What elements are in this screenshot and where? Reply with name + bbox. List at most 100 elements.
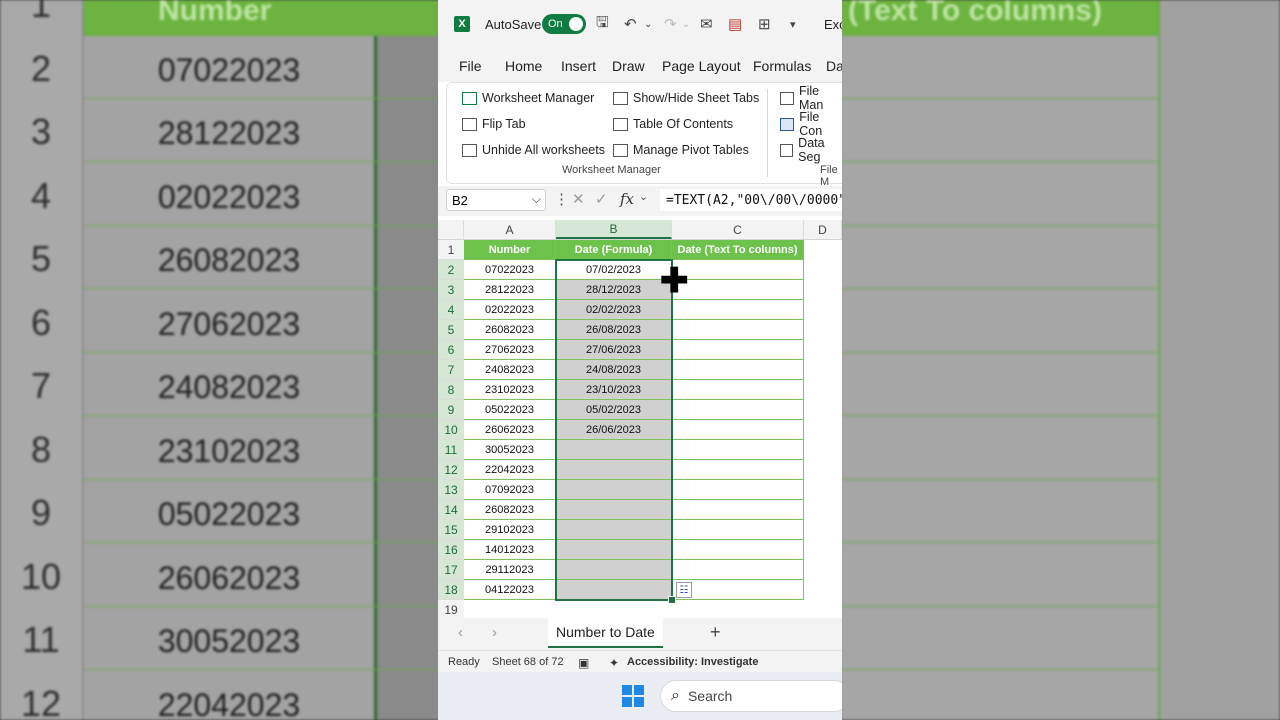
cell-date-text-to-columns[interactable]: [672, 280, 804, 300]
cell-number[interactable]: 29112023: [464, 560, 556, 580]
cell-number[interactable]: 22042023: [464, 460, 556, 480]
cell-date-text-to-columns[interactable]: [672, 460, 804, 480]
cell-date-text-to-columns[interactable]: [672, 560, 804, 580]
column-header-a[interactable]: A: [464, 220, 556, 239]
cell-date-text-to-columns[interactable]: [672, 520, 804, 540]
cell-date-text-to-columns[interactable]: [672, 300, 804, 320]
cell-date-formula[interactable]: 26/08/2023: [556, 320, 672, 340]
table-of-contents-button[interactable]: Table Of Contents: [613, 114, 733, 134]
cell-number[interactable]: 07022023: [464, 260, 556, 280]
next-sheet-icon[interactable]: ›: [492, 624, 497, 641]
tab-home[interactable]: Home: [505, 58, 542, 74]
cell-number[interactable]: 02022023: [464, 300, 556, 320]
cell-number[interactable]: 14012023: [464, 540, 556, 560]
email-icon[interactable]: ✉: [700, 12, 713, 36]
column-header-b[interactable]: B: [556, 220, 672, 239]
row-header[interactable]: 5: [438, 320, 464, 340]
cell-date-formula[interactable]: 26/06/2023: [556, 420, 672, 440]
cell-date-formula[interactable]: [556, 580, 672, 600]
tab-draw[interactable]: Draw: [612, 58, 645, 74]
sheet-tab-number-to-date[interactable]: Number to Date: [548, 618, 663, 648]
taskbar-search[interactable]: ⌕ Search: [660, 680, 842, 712]
cell-date-formula[interactable]: [556, 480, 672, 500]
more-options-icon[interactable]: ⋮: [554, 190, 569, 208]
cell-number[interactable]: 23102023: [464, 380, 556, 400]
row-header[interactable]: 17: [438, 560, 464, 580]
file-converter-button[interactable]: File Con: [780, 110, 842, 138]
column-header-d[interactable]: D: [804, 220, 842, 239]
row-header[interactable]: 9: [438, 400, 464, 420]
column-header-c[interactable]: C: [672, 220, 804, 239]
quick-analysis-icon[interactable]: ☷: [676, 582, 692, 598]
row-header[interactable]: 6: [438, 340, 464, 360]
macro-recording-icon[interactable]: ▣: [578, 656, 589, 670]
cell-date-text-to-columns[interactable]: [672, 320, 804, 340]
cell-date-formula[interactable]: 23/10/2023: [556, 380, 672, 400]
cell-date-text-to-columns[interactable]: [672, 260, 804, 280]
cell-number[interactable]: 05022023: [464, 400, 556, 420]
row-header[interactable]: 12: [438, 460, 464, 480]
cell-date-formula[interactable]: [556, 500, 672, 520]
row-header[interactable]: 3: [438, 280, 464, 300]
row-header[interactable]: 19: [438, 600, 464, 620]
row-header[interactable]: 18: [438, 580, 464, 600]
show-hide-sheet-tabs-button[interactable]: Show/Hide Sheet Tabs: [613, 88, 759, 108]
tab-page-layout[interactable]: Page Layout: [662, 58, 741, 74]
row-header[interactable]: 13: [438, 480, 464, 500]
accessibility-icon[interactable]: ✦: [609, 656, 619, 670]
redo-icon[interactable]: ↷: [664, 12, 677, 36]
cell-number[interactable]: 28122023: [464, 280, 556, 300]
cell-number[interactable]: 27062023: [464, 340, 556, 360]
undo-icon[interactable]: ↶: [624, 12, 637, 36]
formula-dropdown-icon[interactable]: ⌄: [639, 190, 648, 203]
row-header[interactable]: 10: [438, 420, 464, 440]
flip-tab-button[interactable]: Flip Tab: [462, 114, 526, 134]
select-all-corner[interactable]: [438, 220, 464, 239]
row-header[interactable]: 11: [438, 440, 464, 460]
cell-number[interactable]: 26082023: [464, 500, 556, 520]
cell-number[interactable]: 04122023: [464, 580, 556, 600]
formula-input[interactable]: =TEXT(A2,"00\/00\/0000"): [660, 189, 842, 211]
active-cell[interactable]: 07/02/2023: [556, 260, 672, 280]
cell-date-formula[interactable]: 05/02/2023: [556, 400, 672, 420]
cell-number[interactable]: 29102023: [464, 520, 556, 540]
cell-number[interactable]: 07092023: [464, 480, 556, 500]
tab-insert[interactable]: Insert: [561, 58, 596, 74]
cell-date-text-to-columns[interactable]: [672, 480, 804, 500]
cell-date-formula[interactable]: [556, 440, 672, 460]
cancel-icon[interactable]: ✕: [572, 190, 585, 208]
chevron-down-icon[interactable]: ⌵: [532, 192, 541, 207]
previous-sheet-icon[interactable]: ‹: [458, 624, 463, 641]
add-sheet-button[interactable]: +: [710, 622, 721, 643]
file-manager-button[interactable]: File Man: [780, 84, 842, 112]
undo-dropdown-icon[interactable]: ⌄: [644, 12, 652, 36]
enter-icon[interactable]: ✓: [595, 190, 608, 208]
cell-number[interactable]: 26082023: [464, 320, 556, 340]
pdf-icon[interactable]: ▤: [728, 12, 742, 36]
tab-file[interactable]: File: [459, 58, 482, 74]
name-box[interactable]: B2 ⌵: [446, 189, 546, 211]
redo-dropdown-icon[interactable]: ⌄: [682, 12, 690, 36]
cell-date-formula[interactable]: [556, 460, 672, 480]
cell-number[interactable]: 30052023: [464, 440, 556, 460]
accessibility-status[interactable]: Accessibility: Investigate: [627, 656, 758, 668]
cell-date-formula[interactable]: [556, 560, 672, 580]
header-cell-date-formula[interactable]: Date (Formula): [556, 240, 672, 260]
customize-toolbar-icon[interactable]: ▾: [790, 12, 796, 36]
row-header[interactable]: 1: [438, 240, 464, 260]
row-header[interactable]: 4: [438, 300, 464, 320]
data-segregator-button[interactable]: Data Seg: [780, 136, 842, 164]
row-header[interactable]: 14: [438, 500, 464, 520]
autosave-toggle[interactable]: On: [542, 12, 586, 36]
cell-date-formula[interactable]: 02/02/2023: [556, 300, 672, 320]
cell-date-text-to-columns[interactable]: [672, 420, 804, 440]
row-header[interactable]: 16: [438, 540, 464, 560]
windows-start-icon[interactable]: [622, 685, 644, 707]
cell-date-formula[interactable]: [556, 520, 672, 540]
fill-handle[interactable]: [668, 596, 676, 604]
row-header[interactable]: 8: [438, 380, 464, 400]
cell-date-text-to-columns[interactable]: [672, 400, 804, 420]
cell-date-formula[interactable]: 24/08/2023: [556, 360, 672, 380]
unhide-all-worksheets-button[interactable]: Unhide All worksheets: [462, 140, 605, 160]
cell-number[interactable]: 26062023: [464, 420, 556, 440]
